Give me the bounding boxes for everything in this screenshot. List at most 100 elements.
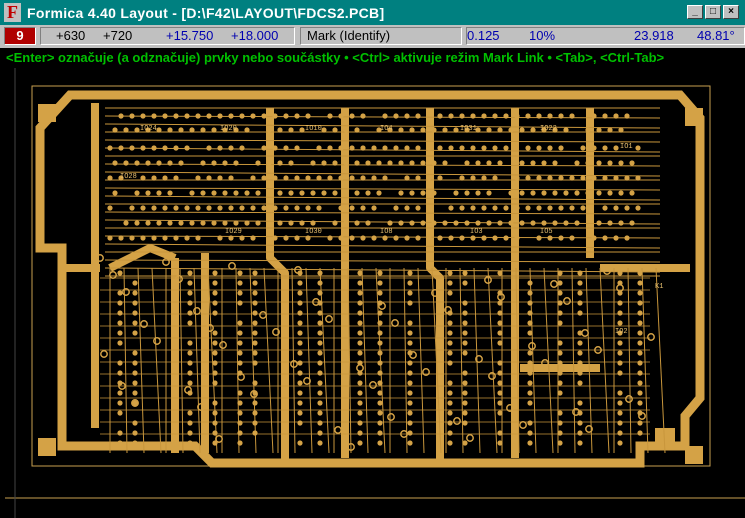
pin-pad xyxy=(475,190,481,196)
pin-pad xyxy=(297,400,303,406)
signal-trace xyxy=(655,267,666,454)
pin-pad xyxy=(574,190,580,196)
signal-trace xyxy=(641,267,649,454)
pin-pad xyxy=(132,370,138,376)
pin-pad xyxy=(607,190,613,196)
pin-pad xyxy=(462,440,468,446)
pin-pad xyxy=(557,420,563,426)
pin-pad xyxy=(371,235,377,241)
pin-pad xyxy=(569,235,575,241)
pin-pad xyxy=(431,127,437,133)
pin-pad xyxy=(602,235,608,241)
cursor-x-mm: +15.750 xyxy=(166,28,214,43)
pin-pad xyxy=(557,320,563,326)
pin-pad xyxy=(112,127,118,133)
pin-pad xyxy=(212,380,218,386)
pin-pad xyxy=(613,205,619,211)
pin-pad xyxy=(321,160,327,166)
pin-pad xyxy=(624,235,630,241)
pin-pad xyxy=(462,390,468,396)
formica-app-icon[interactable]: F xyxy=(4,3,21,22)
pin-pad xyxy=(409,220,415,226)
pin-pad xyxy=(266,160,272,166)
pin-pad xyxy=(145,190,151,196)
close-button[interactable]: × xyxy=(723,5,739,19)
pin-pad xyxy=(211,190,217,196)
pin-pad xyxy=(525,145,531,151)
pin-pad xyxy=(447,360,453,366)
pin-pad xyxy=(189,190,195,196)
pin-pad xyxy=(321,127,327,133)
pin-pad xyxy=(637,280,643,286)
pin-pad xyxy=(354,160,360,166)
pin-pad xyxy=(294,145,300,151)
pin-pad xyxy=(580,145,586,151)
pin-pad xyxy=(492,113,498,119)
pin-pad xyxy=(377,330,383,336)
pin-pad xyxy=(574,160,580,166)
pcb-layout-canvas[interactable]: IO24 IO20 IO10 IO4 IO31 IO22 IO28 IO29 IO30 IO8 IO… xyxy=(0,68,745,518)
pin-pad xyxy=(140,113,146,119)
pin-pad xyxy=(448,145,454,151)
minimize-button[interactable]: _ xyxy=(687,5,703,19)
pin-pad xyxy=(206,205,212,211)
active-layer-badge[interactable]: 9 xyxy=(4,27,36,45)
pin-pad xyxy=(475,220,481,226)
pin-pad xyxy=(577,270,583,276)
pin-pad xyxy=(637,300,643,306)
pin-pad xyxy=(151,175,157,181)
pin-pad xyxy=(558,145,564,151)
pin-pad xyxy=(574,220,580,226)
pin-pad xyxy=(187,320,193,326)
pin-pad xyxy=(464,160,470,166)
pin-pad xyxy=(140,145,146,151)
pin-pad xyxy=(447,430,453,436)
pin-pad xyxy=(294,235,300,241)
pin-pad xyxy=(299,127,305,133)
pin-pad xyxy=(563,127,569,133)
pin-pad xyxy=(617,430,623,436)
pin-pad xyxy=(349,175,355,181)
pin-pad xyxy=(527,400,533,406)
pin-pad xyxy=(123,160,129,166)
pin-pad xyxy=(349,113,355,119)
pin-pad xyxy=(327,145,333,151)
pin-pad xyxy=(317,440,323,446)
pin-pad xyxy=(497,400,503,406)
pin-pad xyxy=(200,127,206,133)
pin-pad xyxy=(211,220,217,226)
pin-pad xyxy=(519,190,525,196)
pin-pad xyxy=(187,360,193,366)
pin-pad xyxy=(577,310,583,316)
pin-pad xyxy=(357,330,363,336)
via-pad xyxy=(193,307,201,315)
pin-pad xyxy=(360,235,366,241)
pin-pad xyxy=(617,420,623,426)
pin-pad xyxy=(470,205,476,211)
pin-pad xyxy=(437,113,443,119)
pin-pad xyxy=(222,220,228,226)
pin-pad xyxy=(618,127,624,133)
pin-pad xyxy=(376,160,382,166)
pin-pad xyxy=(377,430,383,436)
pin-pad xyxy=(217,175,223,181)
pin-pad xyxy=(299,190,305,196)
pin-pad xyxy=(459,235,465,241)
pin-pad xyxy=(297,330,303,336)
pin-pad xyxy=(332,160,338,166)
pin-pad xyxy=(212,360,218,366)
pin-pad xyxy=(252,300,258,306)
pin-pad xyxy=(317,350,323,356)
pin-pad xyxy=(211,127,217,133)
pin-pad xyxy=(297,360,303,366)
pin-pad xyxy=(462,340,468,346)
pin-pad xyxy=(552,190,558,196)
pin-pad xyxy=(145,220,151,226)
pin-pad xyxy=(228,205,234,211)
maximize-button[interactable]: □ xyxy=(705,5,721,19)
pcb-board-drawing[interactable]: IO24 IO20 IO10 IO4 IO31 IO22 IO28 IO29 IO30 IO8 IO… xyxy=(0,68,745,518)
signal-trace xyxy=(104,171,661,177)
pin-pad xyxy=(409,190,415,196)
pin-pad xyxy=(272,235,278,241)
pin-pad xyxy=(244,127,250,133)
